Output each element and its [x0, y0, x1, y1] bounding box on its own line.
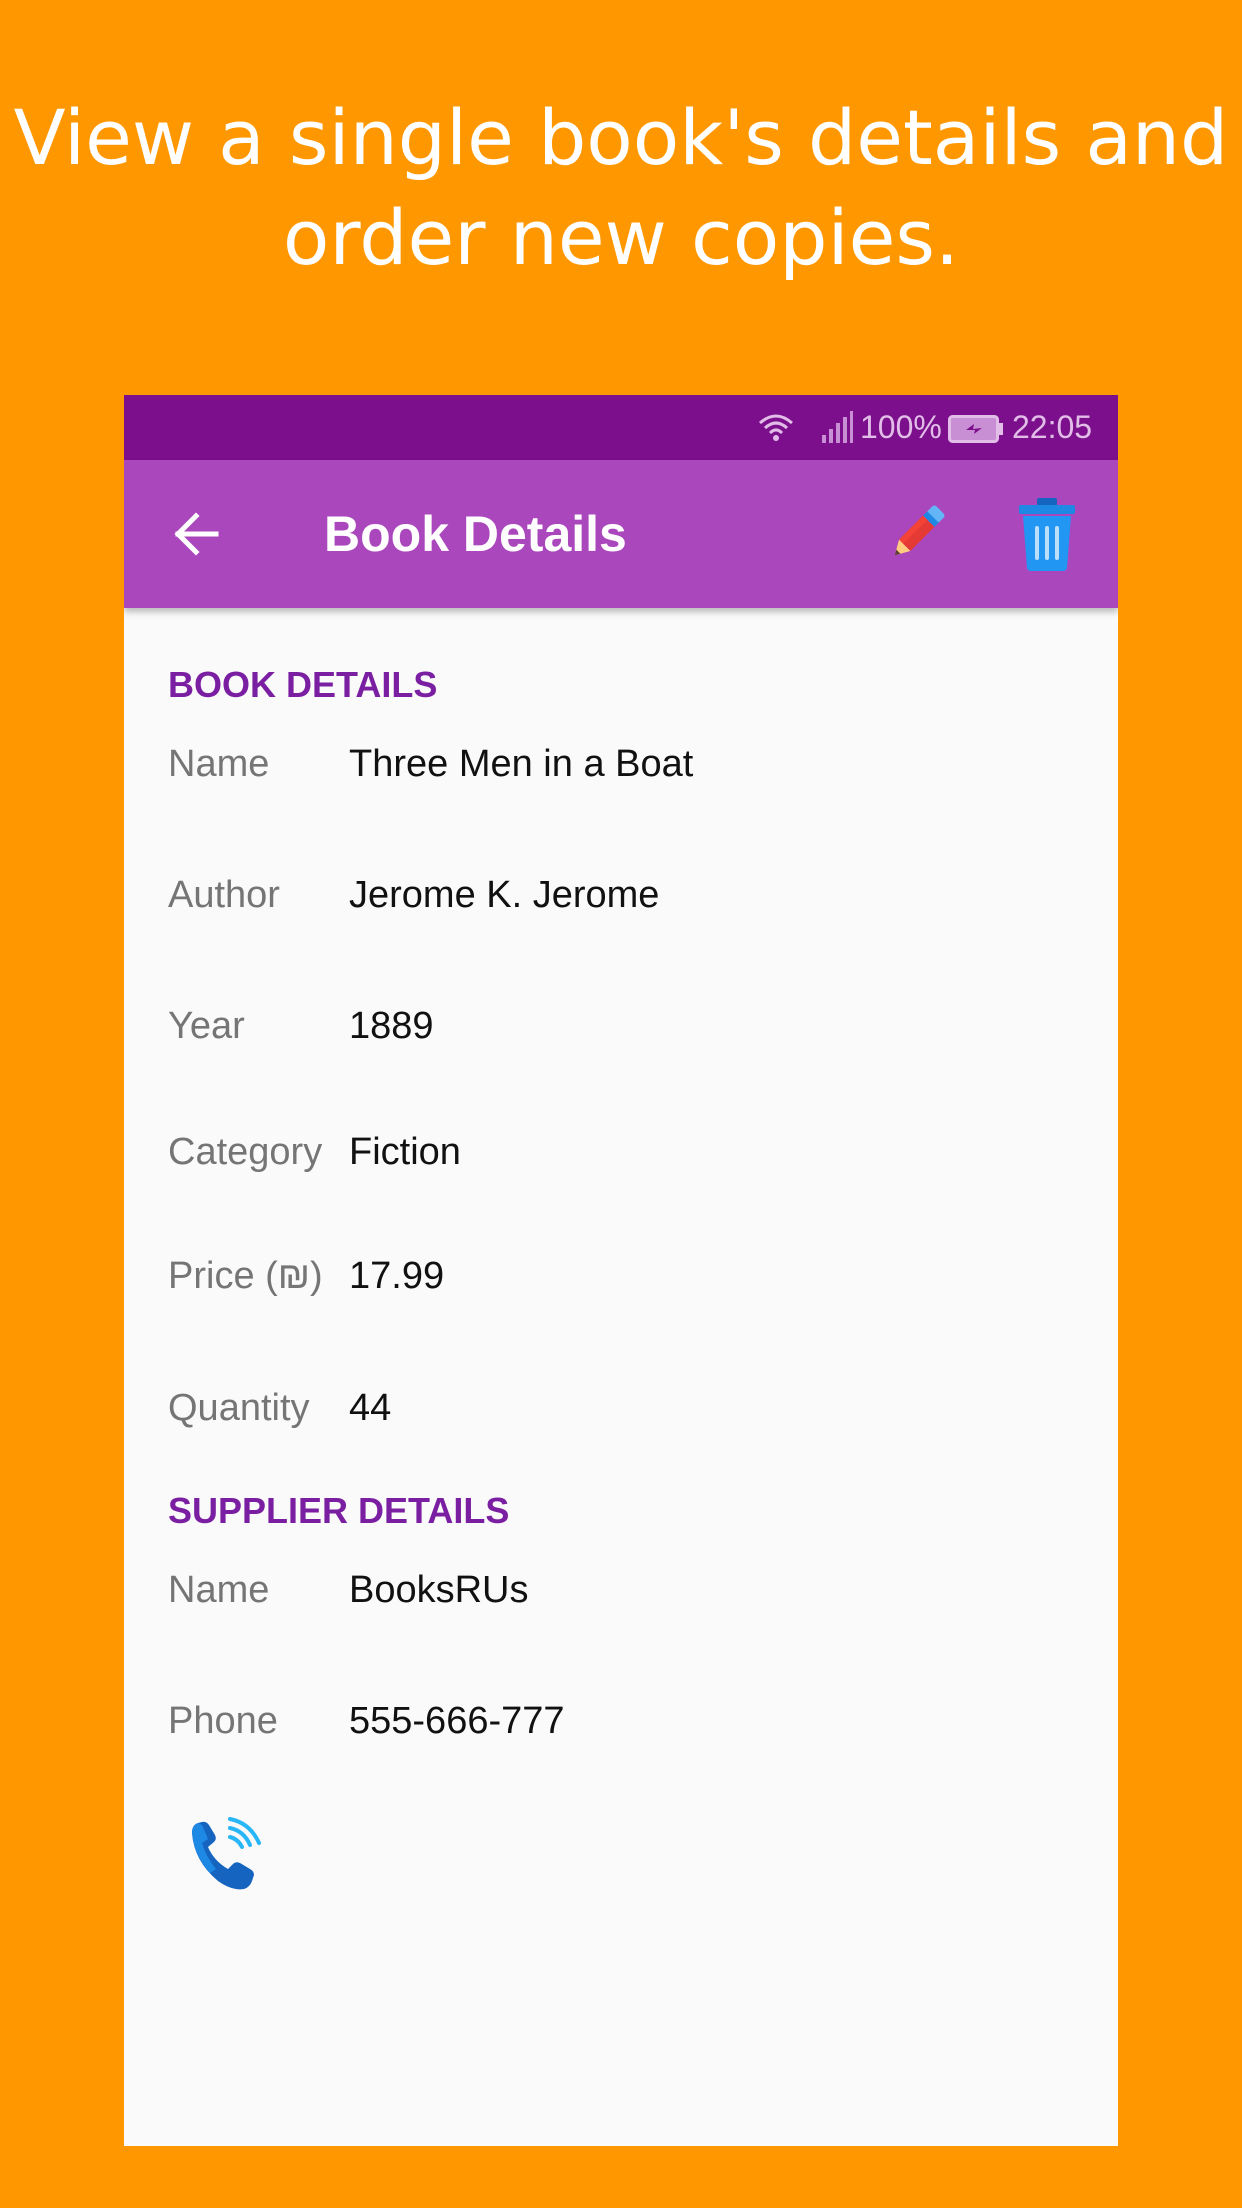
phone-screen: 100% 22:05 Book Details BOOK DETAILS Nam…	[124, 395, 1118, 2146]
promo-caption: View a single book's details and order n…	[0, 88, 1242, 288]
back-arrow-icon	[174, 512, 219, 556]
pencil-icon	[894, 505, 945, 556]
supplier-name-label: Name	[168, 1569, 270, 1611]
book-name-row: Name Three Men in a Boat	[168, 739, 1088, 789]
supplier-name-row: Name BooksRUs	[168, 1565, 1088, 1615]
back-button[interactable]	[166, 504, 226, 564]
promo-line-2: order new copies.	[282, 193, 960, 282]
wifi-icon	[756, 407, 796, 455]
battery-charging-icon	[948, 414, 1004, 451]
supplier-phone-row: Phone 555-666-777	[168, 1696, 1088, 1746]
supplier-details-header: SUPPLIER DETAILS	[168, 1490, 510, 1531]
status-bar: 100% 22:05	[124, 395, 1118, 460]
delete-button[interactable]	[1015, 496, 1079, 572]
book-quantity-value: 44	[349, 1387, 392, 1429]
book-author-value: Jerome K. Jerome	[349, 874, 660, 916]
book-year-label: Year	[168, 1005, 245, 1047]
book-year-row: Year 1889	[168, 1001, 1088, 1051]
edit-button[interactable]	[880, 498, 952, 570]
clock-time: 22:05	[1012, 409, 1093, 445]
book-category-value: Fiction	[349, 1131, 461, 1173]
app-bar: Book Details	[124, 460, 1118, 608]
supplier-phone-label: Phone	[168, 1700, 278, 1742]
book-details-header: BOOK DETAILS	[168, 664, 438, 705]
book-category-row: Category Fiction	[168, 1127, 1088, 1177]
call-supplier-button[interactable]	[184, 1815, 264, 1895]
supplier-phone-value: 555-666-777	[349, 1700, 565, 1742]
trash-icon	[1019, 498, 1075, 571]
page-title: Book Details	[324, 506, 627, 562]
book-price-row: Price (₪) 17.99	[168, 1251, 1088, 1301]
book-quantity-label: Quantity	[168, 1387, 310, 1429]
book-quantity-row: Quantity 44	[168, 1383, 1088, 1433]
book-name-label: Name	[168, 743, 270, 785]
supplier-name-value: BooksRUs	[349, 1569, 529, 1611]
book-category-label: Category	[168, 1131, 323, 1173]
book-price-label: Price (₪)	[168, 1255, 323, 1297]
battery-percentage: 100%	[860, 409, 942, 445]
book-name-value: Three Men in a Boat	[349, 743, 694, 785]
book-price-value: 17.99	[349, 1255, 445, 1297]
book-author-row: Author Jerome K. Jerome	[168, 870, 1088, 920]
signal-icon	[820, 409, 854, 453]
promo-line-1: View a single book's details and	[13, 93, 1229, 182]
book-year-value: 1889	[349, 1005, 434, 1047]
book-author-label: Author	[168, 874, 280, 916]
phone-call-icon	[192, 1817, 261, 1890]
